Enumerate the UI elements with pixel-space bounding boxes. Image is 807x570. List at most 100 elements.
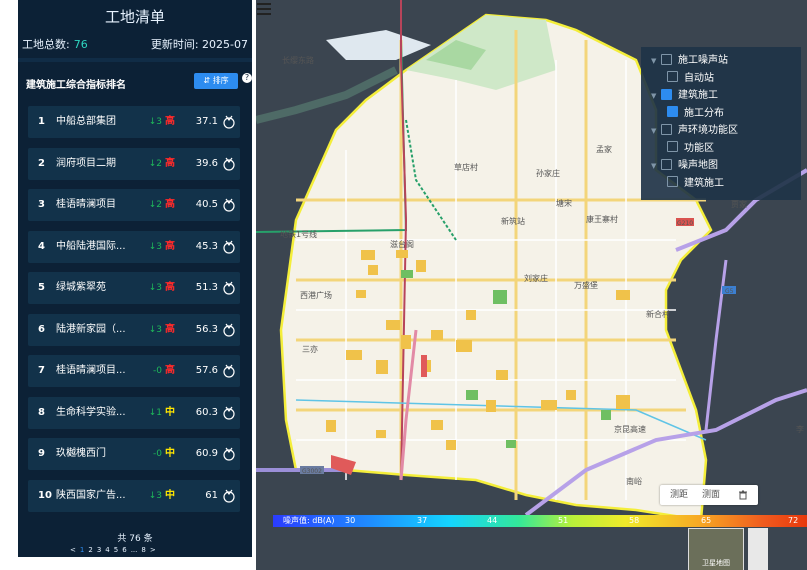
layer-item[interactable]: 施工分布 [667, 106, 724, 122]
medal-icon [223, 281, 235, 295]
layer-item[interactable]: ▼ 噪声地图 [651, 158, 718, 174]
row-level: 中 [165, 406, 175, 418]
medal-icon [223, 198, 235, 212]
expand-icon[interactable]: ▼ [651, 53, 661, 69]
satellite-toggle[interactable]: 卫星地图 [688, 528, 744, 570]
row-trend: ↓3 [148, 490, 162, 501]
expand-icon[interactable]: ▼ [651, 88, 661, 104]
row-score: 57.6 [195, 365, 218, 376]
ranking-row[interactable]: 10 陕西国家广告... ↓3 中 61 [28, 479, 240, 512]
row-trend: ↓3 [148, 241, 162, 252]
pagination: <1 2 3 4 5 6... 8 > [70, 546, 230, 554]
trash-icon[interactable] [738, 490, 748, 500]
medal-icon [223, 406, 235, 420]
page-link[interactable]: < [70, 546, 76, 554]
site-list-panel: 工地清单 工地总数: 76 更新时间: 2025-07 建筑施工综合指标排名 ⇵ … [18, 0, 252, 557]
place-label: 草店村 [454, 162, 478, 172]
road-label: 长缨东路 [282, 55, 314, 65]
row-rank: 4 [38, 240, 45, 252]
layer-item[interactable]: 自动站 [667, 71, 714, 87]
page-link[interactable]: > [150, 546, 156, 554]
row-site-name: 陆港新家园（... [56, 323, 126, 335]
page-link[interactable]: ... [131, 546, 138, 554]
ranking-row[interactable]: 2 润府项目二期 ↓2 高 39.6 [28, 147, 240, 180]
expand-icon[interactable]: ▼ [651, 158, 661, 174]
update-time: 更新时间: 2025-07 [150, 38, 248, 51]
ranking-row[interactable]: 8 生命科学实验... ↓1 中 60.3 [28, 396, 240, 429]
layer-item[interactable]: ▼ 声环境功能区 [651, 123, 738, 139]
row-rank: 3 [38, 199, 45, 210]
ranking-row[interactable]: 9 玖樾槐西门 -0 中 60.9 [28, 438, 240, 470]
row-trend: ↓3 [148, 324, 162, 335]
row-score: 60.3 [195, 406, 218, 418]
place-label: 孟家 [596, 144, 612, 154]
ranking-row[interactable]: 4 中船陆港国际... ↓3 高 45.3 [28, 230, 240, 263]
page-link[interactable]: 2 [88, 546, 92, 554]
ranking-row[interactable]: 1 中船总部集团 ↓3 高 37.1 [28, 106, 240, 138]
row-level: 高 [165, 323, 175, 335]
layer-control-panel: ▼ 施工噪声站自动站 ▼ 建筑施工施工分布 ▼ 声环境功能区功能区 ▼ 噪声地图建筑施工 [641, 47, 801, 200]
page-link[interactable]: 8 [141, 546, 145, 554]
medal-icon [223, 240, 235, 254]
layer-item[interactable]: 建筑施工 [667, 176, 724, 192]
row-site-name: 绿城紫翠苑 [56, 282, 106, 293]
layer-checkbox[interactable] [661, 123, 672, 135]
row-rank: 2 [38, 157, 45, 169]
page-link[interactable]: 6 [122, 546, 126, 554]
satellite-label: 卫星地图 [702, 559, 730, 567]
ranking-row[interactable]: 6 陆港新家园（... ↓3 高 56.3 [28, 313, 240, 346]
layer-checkbox[interactable] [667, 176, 678, 187]
row-site-name: 玖樾槐西门 [56, 448, 106, 459]
layer-checkbox[interactable] [667, 141, 678, 152]
legend-tick: 37 [417, 516, 428, 525]
row-rank: 5 [38, 282, 45, 293]
place-label: 孙家庄 [536, 168, 560, 178]
page-link[interactable]: 5 [114, 546, 118, 554]
layer-label: 施工噪声站 [678, 55, 728, 66]
place-label: 三亦 [302, 344, 318, 354]
place-label: 滋台阁 [390, 239, 414, 249]
map-view[interactable]: 长缨东路 地铁1号线 草店村 孙家庄 孟家 新筑站 塘宋 康王寨村 贾家 滋台阁… [256, 0, 807, 570]
ranking-row[interactable]: 7 桂语晴澜项目... -0 高 57.6 [28, 355, 240, 387]
row-trend: ↓2 [148, 200, 162, 210]
layer-label: 噪声地图 [678, 160, 718, 171]
highway-shield: G3002 [302, 468, 322, 475]
row-site-name: 生命科学实验... [56, 406, 126, 418]
page-link[interactable]: 1 [80, 546, 84, 554]
layer-checkbox[interactable] [667, 71, 678, 82]
help-icon[interactable]: ? [242, 73, 252, 83]
panel-title: 工地清单 [104, 8, 165, 26]
layer-checkbox[interactable] [661, 158, 672, 170]
measure-distance-button[interactable]: 测距 [670, 485, 688, 505]
layer-item[interactable]: ▼ 施工噪声站 [651, 53, 728, 69]
ranking-row[interactable]: 5 绿城紫翠苑 ↓3 高 51.3 [28, 272, 240, 304]
layer-checkbox[interactable] [661, 53, 672, 65]
medal-icon [223, 157, 235, 171]
layer-checkbox[interactable] [661, 88, 672, 100]
layer-label: 建筑施工 [684, 177, 724, 189]
page-link[interactable]: 4 [105, 546, 109, 554]
place-label: 南峪 [626, 476, 642, 486]
layer-item[interactable]: 功能区 [667, 141, 714, 157]
row-rank: 10 [38, 489, 52, 501]
row-score: 40.5 [195, 199, 218, 210]
expand-icon[interactable]: ▼ [651, 123, 661, 139]
place-label: 李 [796, 424, 804, 434]
metro-label: 地铁1号线 [280, 229, 317, 239]
page-link[interactable]: 3 [97, 546, 101, 554]
zoom-control[interactable] [748, 528, 768, 570]
total-count: 共 76 条 [117, 534, 153, 544]
legend-title: 噪声值: dB(A) [283, 516, 335, 525]
layer-label: 施工分布 [684, 107, 724, 119]
menu-icon[interactable] [256, 0, 274, 18]
sort-button[interactable]: ⇵ 排序 [194, 73, 238, 89]
row-trend: ↓2 [148, 158, 162, 169]
place-label: 康王寨村 [586, 214, 618, 224]
ranking-title: 建筑施工综合指标排名 [26, 80, 126, 91]
row-site-name: 桂语晴澜项目... [56, 365, 126, 376]
layer-item[interactable]: ▼ 建筑施工 [651, 88, 718, 104]
layer-checkbox[interactable] [667, 106, 678, 117]
measure-area-button[interactable]: 测面 [702, 485, 720, 505]
ranking-row[interactable]: 3 桂语晴澜项目 ↓2 高 40.5 [28, 189, 240, 221]
place-label: 新合村 [646, 309, 670, 319]
